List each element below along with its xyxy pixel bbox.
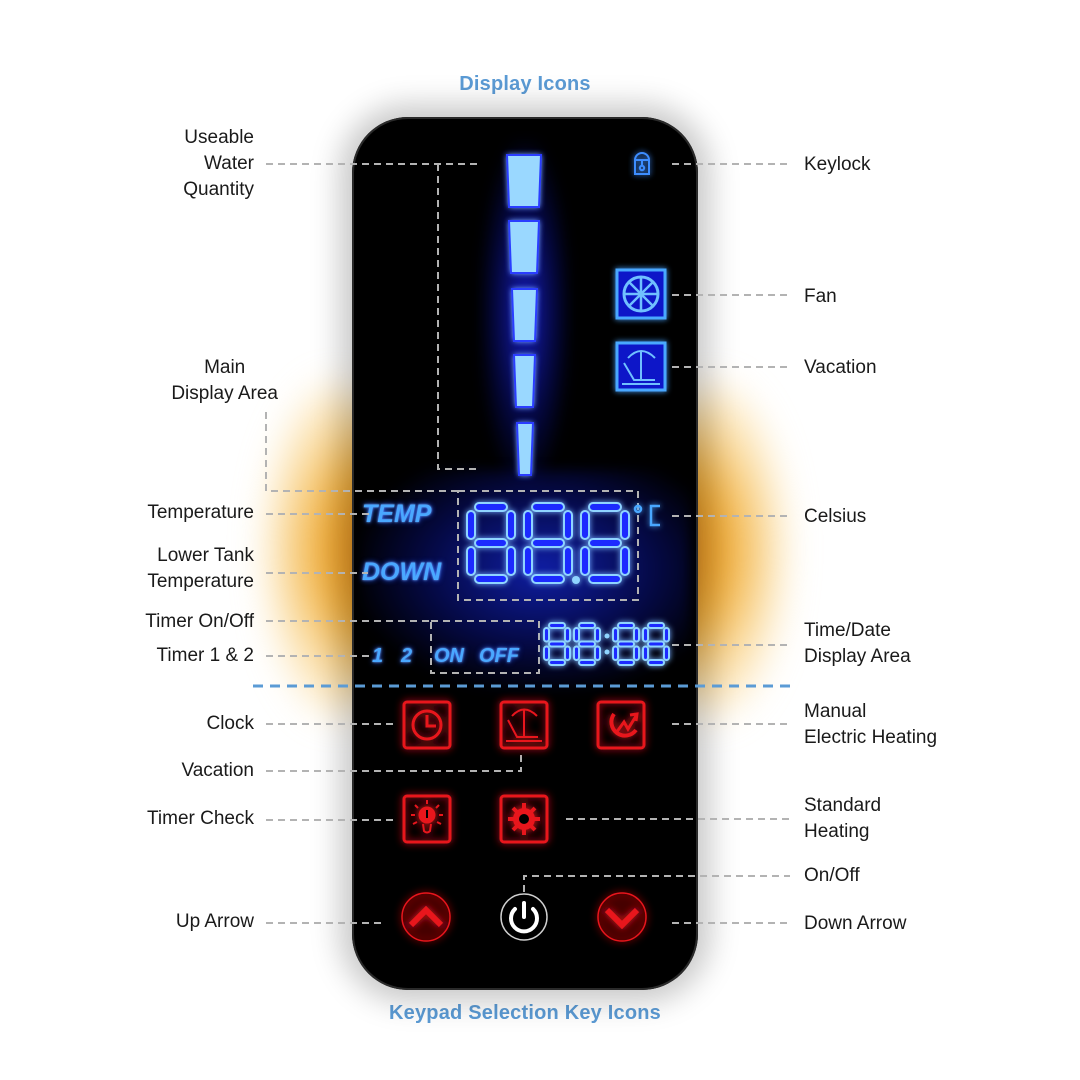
up-arrow-button[interactable] [401, 892, 451, 942]
digit-segment [633, 645, 640, 661]
time-digit [642, 622, 670, 666]
leader-main-display [265, 412, 460, 492]
timer-on-off-box [430, 620, 540, 674]
digit-segment [506, 546, 516, 576]
digit-segment [523, 510, 533, 540]
digit-segment [523, 546, 533, 576]
manual-heating-icon [609, 712, 639, 738]
time-colon-dot [604, 649, 610, 655]
digit-segment [647, 659, 665, 666]
temp-digit [466, 502, 516, 584]
decimal-point [572, 576, 580, 584]
digit-segment [564, 627, 571, 643]
digit-segment [588, 574, 622, 584]
digit-segment [573, 645, 580, 661]
digit-segment [642, 645, 649, 661]
clock-key[interactable] [402, 700, 452, 750]
water-level-segment [515, 422, 535, 476]
leader-vacation-key [266, 752, 522, 772]
digit-segment [647, 622, 665, 629]
time-digit [612, 622, 640, 666]
digit-segment [617, 659, 635, 666]
digit-segment [578, 659, 596, 666]
digit-segment [474, 574, 508, 584]
temperature-readout [466, 502, 630, 584]
manual-electric-heating-key[interactable] [596, 700, 646, 750]
digit-segment [612, 627, 619, 643]
digit-segment [531, 574, 565, 584]
digit-segment [594, 645, 601, 661]
temp-digit [580, 502, 630, 584]
digit-segment [548, 640, 566, 648]
digit-segment [563, 510, 573, 540]
time-digit [543, 622, 571, 666]
timer-check-bulb-icon [411, 800, 443, 834]
digit-segment [531, 538, 565, 548]
digit-segment [588, 538, 622, 548]
keylock-icon [634, 152, 650, 175]
digit-segment [506, 510, 516, 540]
clock-icon [411, 709, 443, 741]
digit-segment [580, 546, 590, 576]
water-level-segment [507, 220, 541, 274]
temp-digit [523, 502, 573, 584]
digit-segment [642, 627, 649, 643]
digit-segment [548, 659, 566, 666]
digit-segment [594, 627, 601, 643]
digit-segment [548, 622, 566, 629]
down-arrow-button[interactable] [597, 892, 647, 942]
leader-water-bracket [437, 164, 480, 470]
digit-segment [647, 640, 665, 648]
diagram-overlay [253, 152, 790, 942]
time-colon-dot [604, 633, 610, 639]
water-level-segment [512, 354, 537, 408]
digit-segment [580, 510, 590, 540]
digit-segment [588, 502, 622, 512]
digit-segment [620, 546, 630, 576]
digit-segment [474, 502, 508, 512]
water-level-segment [510, 288, 539, 342]
digit-segment [466, 546, 476, 576]
digit-segment [474, 538, 508, 548]
standard-heating-key[interactable] [499, 794, 549, 844]
digit-segment [543, 645, 550, 661]
vacation-key[interactable] [499, 700, 549, 750]
timer-check-key[interactable] [402, 794, 452, 844]
time-readout [543, 622, 670, 666]
digit-segment [531, 502, 565, 512]
digit-segment [563, 546, 573, 576]
leader-on-off [523, 875, 790, 892]
digit-segment [578, 622, 596, 629]
digit-segment [612, 645, 619, 661]
standard-heating-gear-icon [508, 803, 540, 835]
digit-segment [617, 622, 635, 629]
water-level-segment [505, 154, 543, 208]
digit-segment [617, 640, 635, 648]
digit-segment [466, 510, 476, 540]
vacation-umbrella-icon [506, 708, 542, 742]
digit-segment [663, 645, 670, 661]
digit-segment [543, 627, 550, 643]
digit-segment [663, 627, 670, 643]
digit-segment [578, 640, 596, 648]
digit-segment [620, 510, 630, 540]
digit-segment [633, 627, 640, 643]
time-digit [573, 622, 601, 666]
vacation-umbrella-icon [615, 341, 667, 392]
water-level-bars [505, 154, 543, 476]
fan-icon [615, 268, 667, 320]
digit-segment [573, 627, 580, 643]
digit-segment [564, 645, 571, 661]
power-button[interactable] [500, 893, 548, 941]
